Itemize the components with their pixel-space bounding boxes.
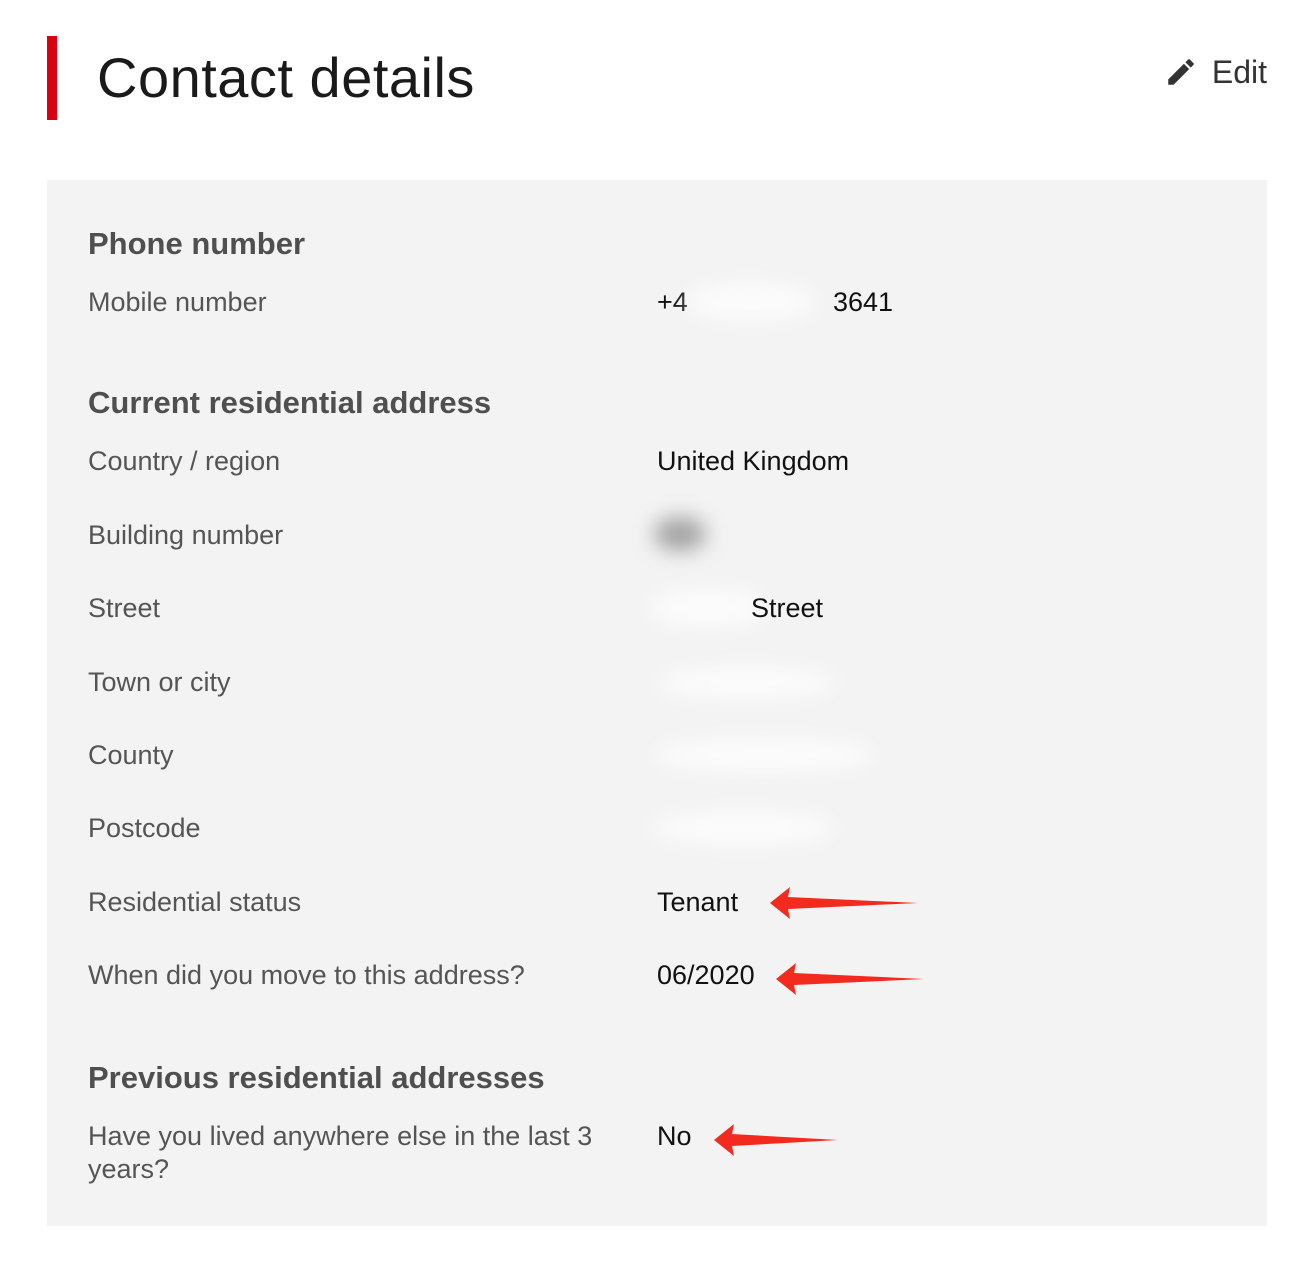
county-row: County xyxy=(88,737,1228,779)
title-accent-bar xyxy=(47,36,57,120)
residential-status-label: Residential status xyxy=(88,887,302,917)
redaction-blur xyxy=(648,588,768,628)
redaction-blur xyxy=(651,810,835,846)
county-label: County xyxy=(88,740,174,770)
postcode-label: Postcode xyxy=(88,813,201,843)
mobile-number-prefix: +4 xyxy=(657,287,688,317)
page-title: Contact details xyxy=(97,46,475,109)
redaction-blur xyxy=(657,666,837,700)
current-address-section-title: Current residential address xyxy=(88,385,492,420)
redaction-blur xyxy=(685,282,817,322)
redaction-blur xyxy=(653,737,875,773)
previous-address-answer: No xyxy=(657,1121,692,1151)
previous-address-question: Have you lived anywhere else in the last… xyxy=(88,1121,593,1184)
town-city-row: Town or city xyxy=(88,666,1228,706)
building-number-row: Building number xyxy=(88,517,1228,559)
mobile-number-suffix: 3641 xyxy=(833,287,894,317)
mobile-number-label: Mobile number xyxy=(88,287,267,317)
country-region-row: Country / region United Kingdom xyxy=(88,445,1228,485)
mobile-number-row: Mobile number +4 3641 xyxy=(88,282,1228,326)
move-date-value: 06/2020 xyxy=(657,960,755,990)
red-arrow-icon xyxy=(770,887,918,919)
street-value: Street xyxy=(751,593,824,623)
mobile-number-value: +4 3641 xyxy=(657,282,897,322)
redaction-blur xyxy=(654,517,706,551)
page-header: Contact details Edit xyxy=(0,0,1311,150)
previous-address-section-title: Previous residential addresses xyxy=(88,1060,545,1095)
street-label: Street xyxy=(88,593,161,623)
red-arrow-icon xyxy=(776,963,924,995)
phone-section-title: Phone number xyxy=(88,226,306,261)
red-arrow-icon xyxy=(714,1124,838,1156)
edit-button[interactable]: Edit xyxy=(1164,52,1267,92)
edit-button-label: Edit xyxy=(1211,54,1267,90)
building-number-label: Building number xyxy=(88,520,284,550)
previous-address-row: Have you lived anywhere else in the last… xyxy=(88,1120,1228,1192)
residential-status-value: Tenant xyxy=(657,887,739,917)
town-city-label: Town or city xyxy=(88,667,231,697)
move-date-label: When did you move to this address? xyxy=(88,960,525,990)
contact-details-panel: Phone number Mobile number +4 3641 Curre… xyxy=(47,180,1267,1226)
postcode-row: Postcode xyxy=(88,810,1228,852)
pencil-icon xyxy=(1164,55,1198,89)
residential-status-row: Residential status Tenant xyxy=(88,886,1228,926)
move-date-row: When did you move to this address? 06/20… xyxy=(88,959,1228,999)
country-region-label: Country / region xyxy=(88,446,281,476)
country-region-value: United Kingdom xyxy=(657,446,850,476)
street-row: Street Street xyxy=(88,588,1228,632)
